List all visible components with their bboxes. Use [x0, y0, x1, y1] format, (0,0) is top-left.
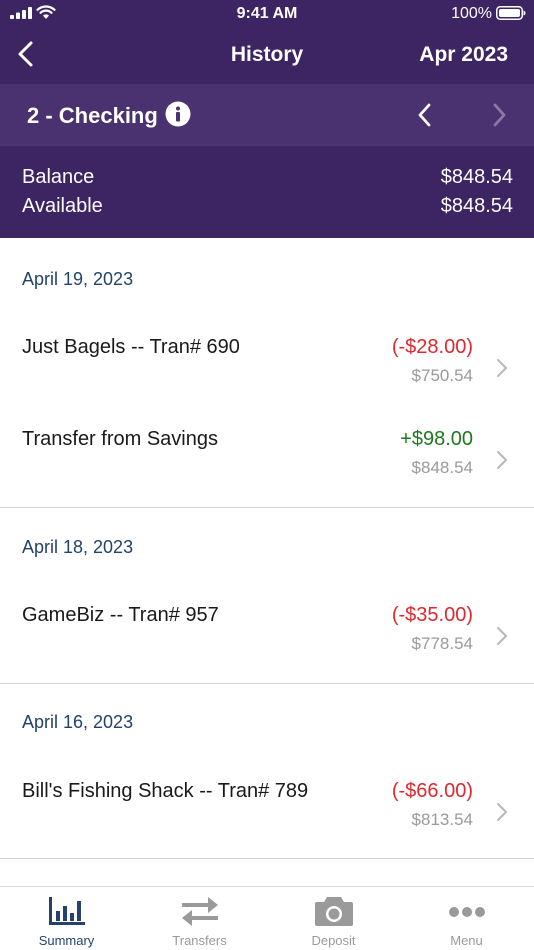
next-account-button[interactable] — [487, 101, 511, 129]
status-bar: 9:41 AM 100% — [0, 0, 534, 28]
transaction-name: GameBiz -- Tran# 957 — [22, 604, 219, 626]
balance-label: Balance — [22, 166, 95, 188]
transfer-arrows-icon — [181, 897, 218, 926]
back-button[interactable] — [12, 40, 40, 68]
available-value: $848.54 — [440, 195, 513, 217]
month-selector[interactable]: Apr 2023 — [419, 43, 508, 67]
section-divider — [0, 858, 534, 859]
tab-deposit[interactable]: Deposit — [267, 887, 400, 950]
info-icon[interactable] — [165, 101, 191, 127]
transaction-name: Transfer from Savings — [22, 428, 218, 450]
available-label: Available — [22, 195, 103, 217]
previous-account-button[interactable] — [413, 101, 437, 129]
camera-icon — [314, 897, 353, 926]
account-name[interactable]: 2 - Checking — [27, 103, 158, 129]
section-divider — [0, 683, 534, 684]
app-header: 9:41 AM 100% History Apr 2023 2 - Checki… — [0, 0, 534, 238]
tab-label: Summary — [38, 933, 95, 948]
transaction-name: Just Bagels -- Tran# 690 — [22, 336, 240, 358]
running-balance: $750.54 — [411, 366, 473, 385]
more-dots-icon — [448, 907, 485, 917]
tab-label: Deposit — [311, 933, 356, 948]
date-heading: April 18, 2023 — [22, 537, 134, 557]
running-balance: $813.54 — [411, 810, 473, 829]
tab-menu[interactable]: Menu — [400, 887, 533, 950]
chevron-right-icon — [497, 803, 507, 821]
chevron-right-icon — [497, 451, 507, 469]
battery-percent: 100% — [451, 5, 492, 22]
running-balance: $778.54 — [411, 634, 473, 653]
transaction-amount: (-$35.00) — [391, 604, 473, 626]
tab-summary[interactable]: Summary — [0, 887, 133, 950]
running-balance: $848.54 — [411, 458, 473, 477]
tab-label: Transfers — [172, 933, 227, 948]
transaction-amount: (-$66.00) — [391, 780, 473, 802]
transaction-name: Bill's Fishing Shack -- Tran# 789 — [22, 780, 309, 802]
available-row: Available $848.54 — [22, 195, 513, 218]
chevron-right-icon — [497, 627, 507, 645]
tab-transfers[interactable]: Transfers — [133, 887, 266, 950]
tab-bar: Summary Transfers Deposit Menu — [0, 886, 534, 950]
battery-icon — [496, 6, 526, 20]
transaction-amount: (-$28.00) — [391, 336, 473, 358]
bar-chart-icon — [48, 897, 85, 925]
transaction-amount: +$98.00 — [400, 428, 473, 450]
balance-row: Balance $848.54 — [22, 166, 513, 189]
balance-value: $848.54 — [440, 166, 513, 188]
tab-label: Menu — [450, 933, 483, 948]
section-divider — [0, 507, 534, 508]
date-heading: April 19, 2023 — [22, 269, 134, 289]
chevron-right-icon — [497, 359, 507, 377]
account-bar: 2 - Checking — [0, 84, 534, 146]
date-heading: April 16, 2023 — [22, 712, 134, 732]
